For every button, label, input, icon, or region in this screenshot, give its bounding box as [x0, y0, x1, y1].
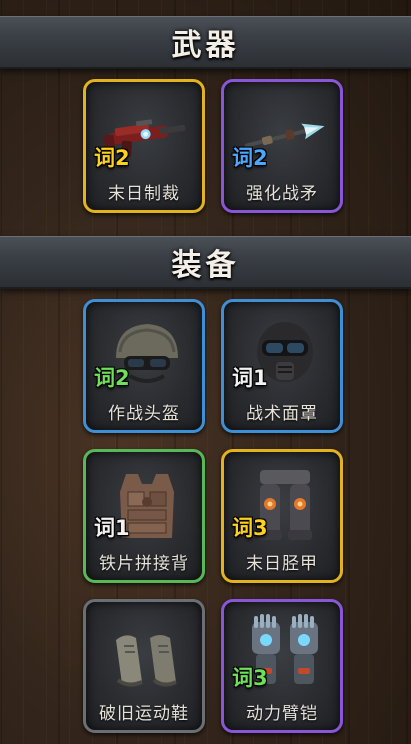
affix-badge: 词2: [94, 146, 130, 170]
affix-badge: 词3: [232, 516, 268, 540]
worn-sneakers-icon: [102, 612, 192, 696]
weapon-slot-doomsday-sanction[interactable]: 词2 末日制裁: [83, 79, 205, 213]
weapons-section-header: 武器: [0, 16, 411, 69]
item-name: 作战头盔: [108, 404, 180, 424]
item-name: 强化战矛: [246, 184, 318, 204]
affix-badge: 词3: [232, 666, 268, 690]
wood-background: [0, 0, 411, 744]
item-name: 铁片拼接背: [99, 554, 189, 574]
equipment-slot-combat-helmet[interactable]: 词2 作战头盔: [83, 299, 205, 433]
equipment-section-header: 装备: [0, 236, 411, 289]
weapon-slot-reinforced-spear[interactable]: 词2 强化战矛: [221, 79, 343, 213]
equipment-slot-worn-sneakers[interactable]: 破旧运动鞋: [83, 599, 205, 733]
equipment-slot-tactical-mask[interactable]: 词1 战术面罩: [221, 299, 343, 433]
item-name: 战术面罩: [246, 404, 318, 424]
equipment-section-title: 装备: [171, 248, 240, 283]
item-name: 破旧运动鞋: [99, 704, 189, 724]
affix-badge: 词1: [232, 366, 268, 390]
equipment-slot-doomsday-greaves[interactable]: 词3 末日胫甲: [221, 449, 343, 583]
equipment-slot-scrap-vest[interactable]: 词1 铁片拼接背: [83, 449, 205, 583]
item-name: 动力臂铠: [246, 704, 318, 724]
item-name: 末日胫甲: [246, 554, 318, 574]
equipment-slot-power-gauntlets[interactable]: 词3 动力臂铠: [221, 599, 343, 733]
affix-badge: 词1: [94, 516, 130, 540]
weapons-section-title: 武器: [171, 28, 240, 63]
item-name: 末日制裁: [108, 184, 180, 204]
affix-badge: 词2: [232, 146, 268, 170]
affix-badge: 词2: [94, 366, 130, 390]
